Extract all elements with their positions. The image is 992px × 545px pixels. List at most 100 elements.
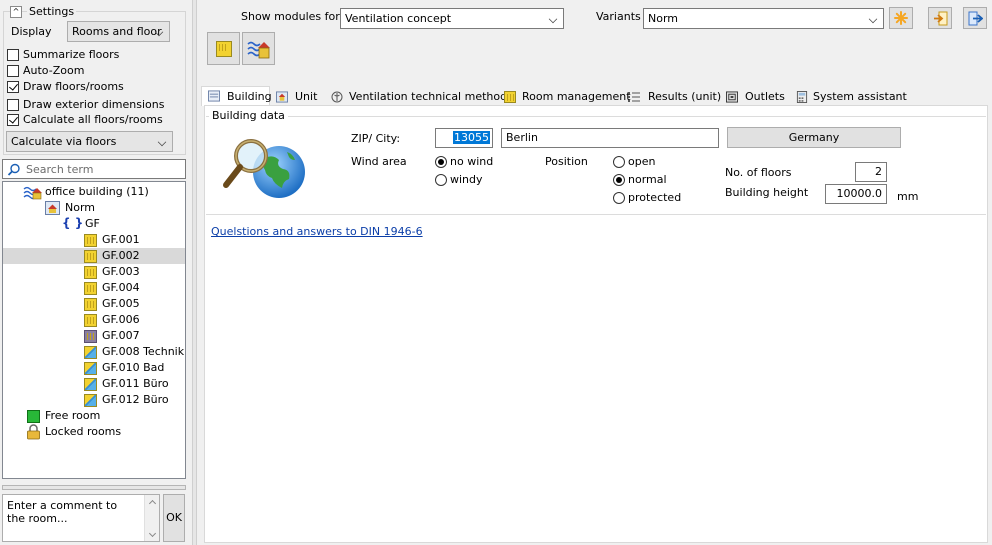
list-icon bbox=[628, 92, 640, 102]
checkbox-exterior-dimensions[interactable]: Draw exterior dimensions bbox=[7, 98, 182, 112]
collapse-settings-button[interactable]: ^ bbox=[10, 6, 22, 18]
free-room-icon bbox=[27, 410, 40, 423]
comment-textarea[interactable]: Enter a comment to the room... bbox=[2, 494, 160, 542]
variant-select[interactable]: Norm bbox=[643, 8, 884, 29]
ok-button[interactable]: OK bbox=[163, 494, 185, 542]
tree-room[interactable]: GF.003 bbox=[3, 264, 185, 280]
search-icon bbox=[7, 163, 20, 176]
height-unit: mm bbox=[897, 190, 919, 203]
city-input[interactable]: Berlin bbox=[501, 128, 719, 148]
position-option-normal[interactable]: normal bbox=[613, 173, 693, 187]
calculator-icon bbox=[796, 91, 808, 103]
floors-label: No. of floors bbox=[725, 166, 792, 179]
star-burst-icon bbox=[894, 11, 908, 25]
open-radio[interactable] bbox=[613, 156, 625, 168]
module-select[interactable]: Ventilation concept bbox=[340, 8, 564, 29]
windy-radio[interactable] bbox=[435, 174, 447, 186]
room-icon bbox=[216, 41, 232, 57]
tree-room[interactable]: GF.011 Büro bbox=[3, 376, 185, 392]
floors-input[interactable]: 2 bbox=[855, 162, 887, 182]
technical-room-icon bbox=[84, 330, 97, 343]
display-select[interactable]: Rooms and floor bbox=[67, 21, 170, 42]
scroll-up-icon[interactable] bbox=[148, 499, 157, 508]
wind-option-no-wind[interactable]: no wind bbox=[435, 155, 505, 169]
building-icon bbox=[208, 90, 220, 102]
normal-radio[interactable] bbox=[613, 174, 625, 186]
tree-floor-gf[interactable]: { } GF bbox=[3, 216, 185, 232]
settings-title: Settings bbox=[27, 5, 77, 18]
tree-variant-norm[interactable]: Norm bbox=[3, 200, 185, 216]
wind-area-label: Wind area bbox=[351, 155, 407, 168]
room-tree[interactable]: office building (11) Norm { } GF GF.001 … bbox=[2, 181, 186, 479]
checkbox-calculate-all[interactable]: Calculate all floors/rooms bbox=[7, 113, 182, 127]
position-label: Position bbox=[545, 155, 588, 168]
wind-option-windy[interactable]: windy bbox=[435, 173, 505, 187]
tree-free-room[interactable]: Free room bbox=[3, 408, 185, 424]
main-area: Show modules for Ventilation concept Var… bbox=[198, 0, 992, 545]
checkbox-auto-zoom[interactable]: Auto-Zoom bbox=[7, 64, 182, 78]
position-option-open[interactable]: open bbox=[613, 155, 693, 169]
zip-input[interactable]: 13055 bbox=[435, 128, 493, 148]
comment-placeholder: Enter a comment to the room... bbox=[7, 499, 118, 525]
tree-room-selected[interactable]: GF.002 bbox=[3, 248, 185, 264]
outlet-icon bbox=[726, 91, 738, 103]
tree-room[interactable]: GF.007 bbox=[3, 328, 185, 344]
chevron-down-icon bbox=[868, 14, 878, 24]
tree-root-building[interactable]: office building (11) bbox=[3, 184, 185, 200]
ventilation-icon bbox=[331, 91, 343, 103]
room-module-button[interactable] bbox=[207, 32, 240, 65]
room-icon bbox=[84, 282, 97, 295]
draw-floors-checkbox[interactable] bbox=[7, 81, 19, 93]
search-input[interactable]: Search term bbox=[2, 159, 186, 179]
calculate-all-checkbox[interactable] bbox=[7, 114, 19, 126]
building-ventilation-icon bbox=[23, 186, 42, 200]
auto-zoom-checkbox[interactable] bbox=[7, 65, 19, 77]
city-value: Berlin bbox=[506, 131, 538, 144]
tree-room[interactable]: GF.006 bbox=[3, 312, 185, 328]
tree-room[interactable]: GF.012 Büro bbox=[3, 392, 185, 408]
left-panel: ^ Settings Display Rooms and floor Summa… bbox=[0, 0, 192, 545]
show-modules-label: Show modules for bbox=[241, 10, 340, 23]
export-button[interactable] bbox=[963, 7, 987, 29]
checkbox-draw-floors[interactable]: Draw floors/rooms bbox=[7, 80, 182, 94]
vertical-splitter[interactable] bbox=[192, 0, 197, 545]
position-option-protected[interactable]: protected bbox=[613, 191, 693, 205]
protected-radio[interactable] bbox=[613, 192, 625, 204]
export-icon bbox=[968, 11, 983, 26]
building-tab-content: Building data ZIP/ City: 13055 Berlin Ge… bbox=[204, 105, 988, 543]
ventilation-module-button[interactable] bbox=[242, 32, 275, 65]
exterior-dimensions-checkbox[interactable] bbox=[7, 99, 19, 111]
scroll-down-icon[interactable] bbox=[148, 529, 157, 538]
zip-label: ZIP/ City: bbox=[351, 132, 401, 145]
calc-mode-select[interactable]: Calculate via floors bbox=[6, 131, 173, 152]
checkbox-summarize-floors[interactable]: Summarize floors bbox=[7, 48, 182, 62]
room-icon bbox=[84, 266, 97, 279]
tree-room[interactable]: GF.010 Bad bbox=[3, 360, 185, 376]
tab-building[interactable]: Building bbox=[201, 86, 272, 106]
display-label: Display bbox=[11, 25, 52, 38]
room-icon bbox=[84, 234, 97, 247]
horizontal-splitter[interactable] bbox=[2, 485, 186, 490]
tree-room[interactable]: GF.004 bbox=[3, 280, 185, 296]
faq-link[interactable]: Quelstions and answers to DIN 1946-6 bbox=[211, 225, 423, 238]
new-variant-button[interactable] bbox=[889, 7, 913, 29]
no-wind-radio[interactable] bbox=[435, 156, 447, 168]
comment-scrollbar[interactable] bbox=[144, 495, 159, 541]
summarize-floors-checkbox[interactable] bbox=[7, 49, 19, 61]
room-icon bbox=[84, 298, 97, 311]
tree-room[interactable]: GF.001 bbox=[3, 232, 185, 248]
search-placeholder: Search term bbox=[26, 163, 94, 176]
floor-braces-icon: { } bbox=[62, 216, 84, 230]
ventilated-room-icon bbox=[84, 394, 97, 407]
tree-room[interactable]: GF.005 bbox=[3, 296, 185, 312]
tree-room[interactable]: GF.008 Technik bbox=[3, 344, 185, 360]
country-button[interactable]: Germany bbox=[727, 127, 901, 148]
import-icon bbox=[934, 11, 948, 26]
building-data-title: Building data bbox=[209, 109, 288, 122]
tree-locked-rooms[interactable]: Locked rooms bbox=[3, 424, 185, 440]
import-button[interactable] bbox=[928, 7, 952, 29]
globe-search-icon bbox=[223, 139, 305, 198]
building-height-input[interactable]: 10000.0 bbox=[825, 184, 887, 204]
room-icon bbox=[84, 314, 97, 327]
variants-label: Variants bbox=[596, 10, 641, 23]
